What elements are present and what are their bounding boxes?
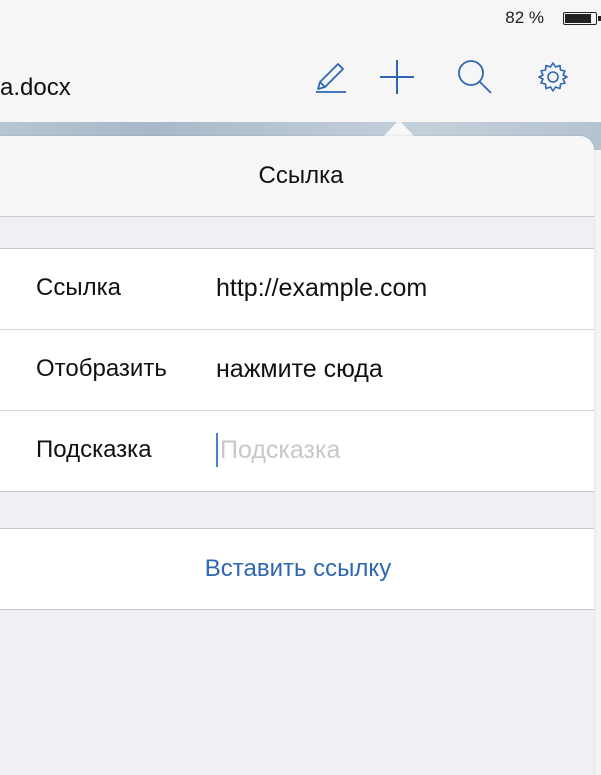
battery-icon [563, 12, 601, 25]
search-icon [458, 60, 492, 94]
pencil-icon [316, 63, 346, 93]
link-popover: Ссылка Ссылка http://example.com Отобраз… [0, 136, 594, 775]
tooltip-input[interactable] [216, 429, 580, 471]
edit-button[interactable] [309, 56, 351, 98]
document-title: a.docx [0, 74, 71, 101]
text-cursor [216, 433, 218, 467]
search-button[interactable] [454, 56, 496, 98]
tooltip-label: Подсказка [36, 436, 152, 463]
insert-link-label: Вставить ссылку [204, 555, 392, 582]
link-form: Ссылка http://example.com Отобразить наж… [0, 248, 594, 492]
display-text-field[interactable]: нажмите сюда [216, 355, 383, 384]
link-url-label: Ссылка [36, 274, 121, 301]
gear-icon [538, 62, 568, 92]
link-url-row[interactable]: Ссылка http://example.com [0, 249, 594, 330]
plus-icon [380, 60, 414, 94]
popover-header: Ссылка [0, 136, 594, 217]
add-button[interactable] [376, 56, 418, 98]
settings-button[interactable] [532, 56, 574, 98]
popover-title: Ссылка [258, 162, 344, 189]
status-bar: 82 % [0, 0, 601, 36]
display-text-label: Отобразить [36, 355, 167, 382]
insert-link-button[interactable]: Вставить ссылку [0, 528, 594, 610]
display-text-row[interactable]: Отобразить нажмите сюда [0, 330, 594, 411]
link-url-field[interactable]: http://example.com [216, 274, 427, 303]
nav-bar: a.docx [0, 36, 601, 122]
popover-arrow [383, 120, 415, 137]
screen: 82 % a.docx Ссылка Ссылка http://example… [0, 0, 601, 775]
tooltip-row[interactable]: Подсказка [0, 411, 594, 491]
battery-percent: 82 % [505, 8, 544, 27]
